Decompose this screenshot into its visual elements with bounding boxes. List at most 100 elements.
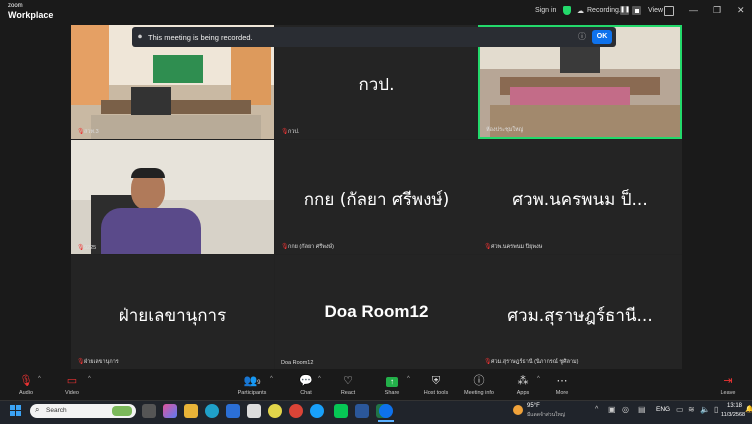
search-highlight-icon: [112, 406, 132, 416]
brand-small: zoom: [8, 3, 23, 9]
windows-start-icon[interactable]: [10, 405, 21, 416]
task-view-icon[interactable]: [142, 404, 156, 418]
cloud-record-icon: ☁: [577, 8, 584, 15]
app-icon[interactable]: [247, 404, 261, 418]
chevron-up-icon[interactable]: ^: [88, 376, 91, 382]
notification-icon[interactable]: 🔔: [745, 405, 752, 413]
tray-app-icon[interactable]: ▤: [638, 405, 646, 414]
react-button[interactable]: ♡ React: [326, 374, 370, 396]
meeting-info-button[interactable]: ⓘ Meeting info: [457, 374, 501, 396]
participants-button[interactable]: 👥9 Participants: [230, 374, 274, 396]
chevron-up-icon[interactable]: ^: [38, 376, 41, 382]
meeting-toolbar: 🎙 Audio ^ ▭ Video ^ 👥9 Participants ^ 💬 …: [0, 370, 752, 400]
participant-tile[interactable]: 🎙 9225: [71, 140, 274, 254]
more-icon: ⋯: [556, 375, 568, 387]
muted-mic-icon: 🎙: [77, 245, 85, 251]
participant-display-name: กวป.: [358, 75, 395, 95]
tray-app-icon[interactable]: ◎: [622, 405, 629, 414]
participant-tile[interactable]: ฝ่ายเลขานุการ 🎙 ฝ่ายเลขานุการ: [71, 255, 274, 369]
participant-name: 9225: [84, 245, 97, 251]
muted-mic-icon: 🎙: [484, 359, 492, 365]
search-placeholder: Search: [46, 407, 67, 414]
display-icon[interactable]: ▭: [676, 405, 684, 414]
participant-display-name: ฝ่ายเลขานุการ: [118, 306, 227, 326]
store-icon[interactable]: [226, 404, 240, 418]
info-icon[interactable]: ⓘ: [578, 31, 586, 42]
participant-name: ศวพ.นครพนม ปิยุพงษ: [491, 244, 543, 250]
participant-tile[interactable]: Doa Room12 Doa Room12: [275, 255, 478, 369]
clock-date[interactable]: 11/3/2568: [721, 412, 745, 418]
wifi-icon[interactable]: ≋: [688, 405, 695, 414]
participant-name: สวท.3: [84, 129, 99, 135]
word-icon[interactable]: [355, 404, 369, 418]
recording-camera-icon: ⏺: [138, 32, 142, 41]
chat-icon: 💬: [299, 375, 313, 387]
recording-notice-banner: ⏺ This meeting is being recorded. ⓘ OK: [132, 27, 616, 47]
participant-name: กกย (กัลยา ศรีพงษ์): [288, 244, 334, 250]
close-icon[interactable]: ✕: [737, 5, 745, 16]
volume-icon[interactable]: 🔈: [700, 405, 710, 414]
muted-mic-icon: 🎙: [77, 359, 85, 365]
weather-temp: 95°F: [527, 403, 540, 409]
info-icon: ⓘ: [473, 375, 485, 387]
tray-app-icon[interactable]: ▣: [608, 405, 616, 414]
chevron-up-icon[interactable]: ^: [407, 376, 410, 382]
line-icon[interactable]: [334, 404, 348, 418]
participant-name: Doa Room12: [281, 360, 314, 366]
view-button[interactable]: View: [648, 7, 663, 14]
participant-display-name: Doa Room12: [324, 302, 429, 321]
participant-tile[interactable]: กกย (กัลยา ศรีพงษ์) 🎙 กกย (กัลยา ศรีพงษ์): [275, 140, 478, 254]
app-icon[interactable]: [310, 404, 324, 418]
grid-view-icon[interactable]: [664, 6, 674, 16]
shield-icon: ⛨: [431, 375, 441, 387]
video-gallery: 🎙 สวท.3 กวป. 🎙 กวป. ห้องประชุมใหญ่ 🎙 9225 ก…: [71, 25, 682, 369]
weather-icon: [513, 405, 523, 415]
participant-name: ศวม.สุราษฎร์ธานี (นิภากรณ์ ชูศิลาม): [491, 359, 579, 365]
participant-name: ห้องประชุมใหญ่: [486, 127, 524, 133]
chat-button[interactable]: 💬 Chat: [284, 374, 328, 396]
leave-button[interactable]: ⇥ Leave: [706, 374, 750, 396]
active-app-indicator: [378, 420, 394, 422]
language-indicator[interactable]: ENG: [656, 406, 670, 413]
muted-mic-icon: 🎙: [77, 129, 85, 135]
clock-time[interactable]: 13:18: [727, 403, 742, 409]
more-button[interactable]: ⋯ More: [540, 374, 584, 396]
restore-icon[interactable]: ❐: [713, 5, 721, 16]
stop-recording-icon[interactable]: [632, 6, 641, 15]
host-tools-button[interactable]: ⛨ Host tools: [414, 374, 458, 396]
sign-in-link[interactable]: Sign in: [535, 7, 556, 14]
file-explorer-icon[interactable]: [184, 404, 198, 418]
pause-recording-icon[interactable]: ❚❚: [620, 6, 630, 15]
leave-icon: ⇥: [723, 375, 733, 387]
participant-tile[interactable]: ศวม.สุราษฎร์ธานี... 🎙 ศวม.สุราษฎร์ธานี (น…: [478, 255, 682, 369]
chevron-up-icon[interactable]: ^: [270, 376, 273, 382]
battery-icon[interactable]: ▯: [714, 405, 718, 414]
weather-desc: มีแดดจ้าส่วนใหญ่: [527, 412, 566, 418]
muted-mic-icon: 🎙: [484, 244, 492, 250]
taskbar-search[interactable]: ⌕ Search: [30, 404, 136, 418]
recording-notice-text: This meeting is being recorded.: [148, 32, 253, 42]
ok-button[interactable]: OK: [592, 30, 612, 44]
participants-icon: 👥9: [243, 375, 261, 387]
participant-name: กวป.: [288, 129, 300, 135]
muted-mic-icon: 🎙: [281, 129, 289, 135]
audio-button[interactable]: 🎙 Audio: [4, 374, 48, 396]
zoom-icon[interactable]: [379, 404, 393, 418]
app-icon[interactable]: [268, 404, 282, 418]
participant-display-name: ศวพ.นครพนม ป็...: [512, 190, 648, 210]
copilot-icon[interactable]: [163, 404, 177, 418]
muted-mic-icon: 🎙: [19, 375, 33, 387]
muted-mic-icon: 🎙: [281, 244, 289, 250]
chrome-icon[interactable]: [289, 404, 303, 418]
chevron-up-icon[interactable]: ^: [318, 376, 321, 382]
minimize-icon[interactable]: —: [689, 5, 698, 15]
participant-tile[interactable]: ศวพ.นครพนม ป็... 🎙 ศวพ.นครพนม ปิยุพงษ: [478, 140, 682, 254]
shield-icon[interactable]: [563, 6, 571, 15]
participant-display-name: กกย (กัลยา ศรีพงษ์): [303, 190, 450, 210]
chevron-up-icon[interactable]: ^: [595, 406, 598, 413]
participant-display-name: ศวม.สุราษฎร์ธานี...: [507, 306, 653, 326]
heart-icon: ♡: [343, 375, 353, 387]
edge-icon[interactable]: [205, 404, 219, 418]
brand-name: Workplace: [8, 10, 54, 20]
participant-name: ฝ่ายเลขานุการ: [84, 359, 119, 365]
